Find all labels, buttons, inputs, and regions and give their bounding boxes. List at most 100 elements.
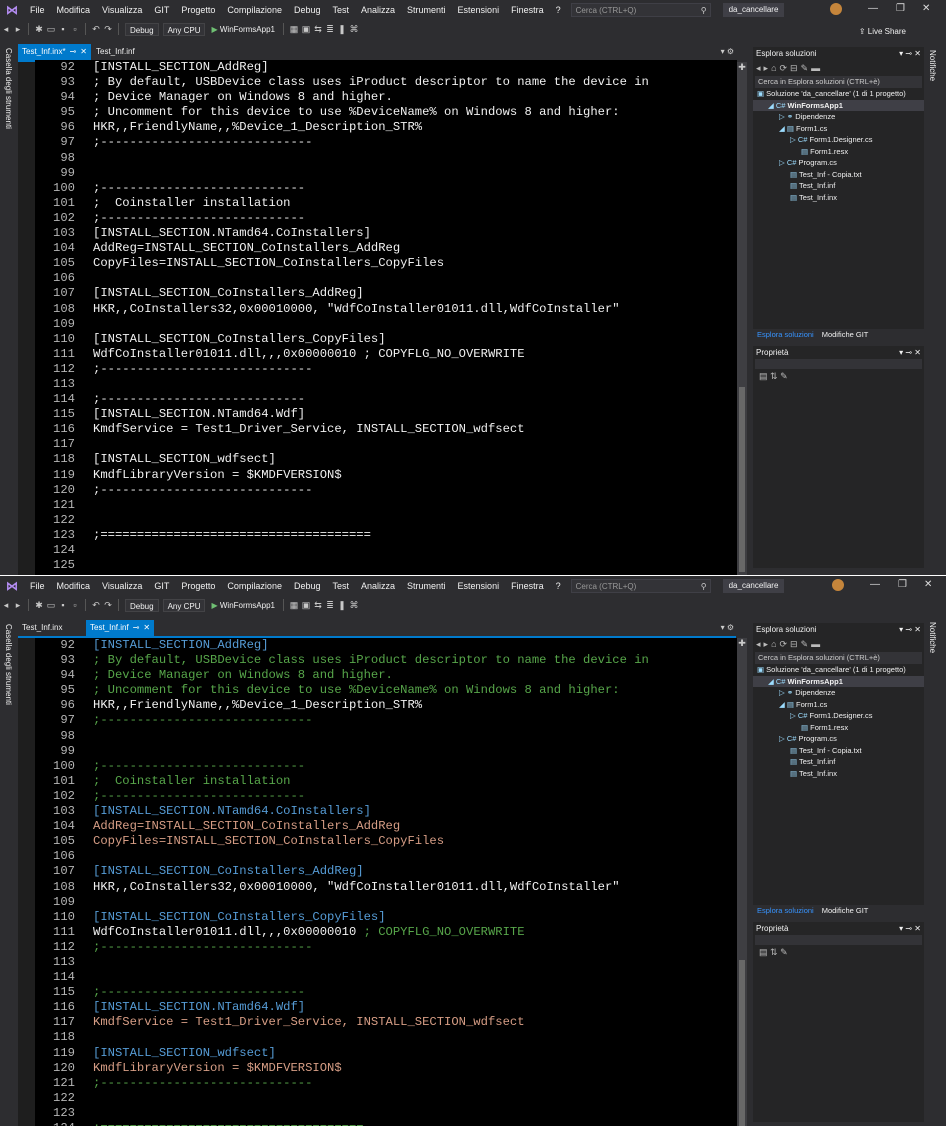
- solution-search-input[interactable]: Cerca in Esplora soluzioni (CTRL+è): [755, 652, 922, 664]
- tree-item[interactable]: ▤ Test_Inf.inf: [753, 756, 924, 768]
- wrench-icon[interactable]: ✎: [801, 63, 809, 74]
- code-line[interactable]: 105 CopyFiles=INSTALL_SECTION_CoInstaller…: [35, 256, 737, 271]
- tool-icon[interactable]: ≣: [324, 600, 336, 611]
- code-line[interactable]: 118: [35, 1030, 737, 1045]
- code-line[interactable]: 102 ;----------------------------: [35, 789, 737, 804]
- toolbox-tab[interactable]: Casella degli strumenti: [0, 620, 18, 1126]
- menu-git[interactable]: GIT: [148, 581, 175, 591]
- home-icon[interactable]: ⌂: [771, 63, 776, 73]
- code-line[interactable]: 108 HKR,,CoInstallers32,0x00010000, "WdfC…: [35, 880, 737, 895]
- menu-debug[interactable]: Debug: [288, 581, 327, 591]
- tab-test-inf-inf[interactable]: Test_Inf.inf ⊸ ✕: [86, 620, 155, 636]
- code-line[interactable]: 124: [35, 543, 737, 558]
- tree-item[interactable]: ▤ Test_Inf.inx: [753, 192, 924, 204]
- split-icon[interactable]: ✚: [737, 638, 747, 649]
- tab-solution-explorer[interactable]: Esplora soluzioni: [753, 330, 818, 339]
- code-line[interactable]: 97 ;-----------------------------: [35, 713, 737, 728]
- menu-strumenti[interactable]: Strumenti: [401, 5, 452, 15]
- tool-icon[interactable]: ⇆: [312, 24, 324, 35]
- toolbox-tab[interactable]: Casella degli strumenti: [0, 44, 18, 564]
- code-line[interactable]: 121 ;-----------------------------: [35, 1076, 737, 1091]
- pane-controls-icon[interactable]: ▾ ⊸ ✕: [899, 47, 921, 60]
- tab-options-icon[interactable]: ▾ ⚙: [721, 620, 734, 636]
- tree-item[interactable]: ▣ Soluzione 'da_cancellare' (1 di 1 prog…: [753, 88, 924, 100]
- config-select[interactable]: Debug: [125, 598, 159, 612]
- bookmark-icon[interactable]: ❚: [336, 600, 348, 611]
- back-icon[interactable]: ◂: [0, 600, 12, 611]
- menu-help[interactable]: ?: [550, 581, 567, 591]
- tree-item[interactable]: ▷ C# Form1.Designer.cs: [753, 134, 924, 146]
- code-line[interactable]: 109: [35, 317, 737, 332]
- code-line[interactable]: 92 [INSTALL_SECTION_AddReg]: [35, 638, 737, 653]
- back-icon[interactable]: ◂: [756, 639, 761, 650]
- code-line[interactable]: 99: [35, 744, 737, 759]
- restore-icon[interactable]: ❐: [898, 579, 907, 590]
- tool-icon[interactable]: ▣: [300, 24, 312, 35]
- undo-icon[interactable]: ↶: [90, 600, 102, 611]
- code-line[interactable]: 114 ;----------------------------: [35, 392, 737, 407]
- code-line[interactable]: 110 [INSTALL_SECTION_CoInstallers_CopyFil…: [35, 332, 737, 347]
- tree-item[interactable]: ▷ C# Form1.Designer.cs: [753, 710, 924, 722]
- tab-options-icon[interactable]: ▾ ⚙: [721, 44, 734, 60]
- code-line[interactable]: 105 CopyFiles=INSTALL_SECTION_CoInstaller…: [35, 834, 737, 849]
- code-line[interactable]: 102 ;----------------------------: [35, 211, 737, 226]
- tree-item[interactable]: ◢ ▤ Form1.cs: [753, 123, 924, 135]
- menu-progetto[interactable]: Progetto: [175, 581, 221, 591]
- tree-item[interactable]: ◢ C# WinFormsApp1: [753, 675, 924, 687]
- tab-solution-explorer[interactable]: Esplora soluzioni: [753, 906, 818, 915]
- menu-estensioni[interactable]: Estensioni: [452, 581, 506, 591]
- preview-icon[interactable]: ▬: [811, 639, 820, 649]
- minimize-icon[interactable]: —: [868, 3, 878, 14]
- code-line[interactable]: 93 ; By default, USBDevice class uses iPr…: [35, 75, 737, 90]
- tree-item[interactable]: ▷ C# Program.cs: [753, 733, 924, 745]
- tree-item[interactable]: ▤ Form1.resx: [753, 146, 924, 158]
- code-line[interactable]: 106: [35, 849, 737, 864]
- code-line[interactable]: 104 AddReg=INSTALL_SECTION_CoInstallers_A…: [35, 819, 737, 834]
- code-line[interactable]: 94 ; Device Manager on Windows 8 and high…: [35, 668, 737, 683]
- menu-visualizza[interactable]: Visualizza: [96, 5, 148, 15]
- code-line[interactable]: 122: [35, 513, 737, 528]
- tool-icon[interactable]: ▦: [288, 24, 300, 35]
- save-icon[interactable]: ▪: [57, 600, 69, 610]
- menu-analizza[interactable]: Analizza: [355, 5, 401, 15]
- tree-item[interactable]: ▷ ⚭ Dipendenze: [753, 111, 924, 123]
- code-line[interactable]: 111 WdfCoInstaller01011.dll,,,0x00000010 …: [35, 925, 737, 940]
- code-line[interactable]: 115 [INSTALL_SECTION.NTamd64.Wdf]: [35, 407, 737, 422]
- code-line[interactable]: 112 ;-----------------------------: [35, 362, 737, 377]
- code-line[interactable]: 121: [35, 498, 737, 513]
- platform-select[interactable]: Any CPU: [162, 598, 206, 612]
- code-line[interactable]: 113: [35, 377, 737, 392]
- code-line[interactable]: 101 ; Coinstaller installation: [35, 774, 737, 789]
- menu-modifica[interactable]: Modifica: [51, 5, 97, 15]
- pane-controls-icon[interactable]: ▾ ⊸ ✕: [899, 346, 921, 359]
- code-line[interactable]: 98: [35, 151, 737, 166]
- code-line[interactable]: 124 ;====================================: [35, 1121, 737, 1126]
- menu-git[interactable]: GIT: [148, 5, 175, 15]
- code-line[interactable]: 123: [35, 1106, 737, 1121]
- menu-visualizza[interactable]: Visualizza: [96, 581, 148, 591]
- menu-finestra[interactable]: Finestra: [505, 581, 550, 591]
- solution-badge[interactable]: da_cancellare: [722, 3, 785, 17]
- tab-git-changes[interactable]: Modifiche GIT: [818, 906, 873, 915]
- categorized-icon[interactable]: ▤: [759, 371, 768, 381]
- tool-icon[interactable]: ⌘: [348, 24, 360, 35]
- code-line[interactable]: 96 HKR,,FriendlyName,,%Device_1_Descripti…: [35, 120, 737, 135]
- tab-close-icon[interactable]: ✕: [80, 47, 87, 56]
- editor-scrollbar[interactable]: ✚: [737, 62, 747, 575]
- forward-icon[interactable]: ▸: [764, 63, 769, 74]
- menu-compilazione[interactable]: Compilazione: [221, 5, 288, 15]
- code-line[interactable]: 92 [INSTALL_SECTION_AddReg]: [35, 60, 737, 75]
- code-line[interactable]: 108 HKR,,CoInstallers32,0x00010000, "WdfC…: [35, 302, 737, 317]
- avatar[interactable]: [832, 579, 844, 591]
- wrench-icon[interactable]: ✎: [801, 639, 809, 650]
- tab-pin-icon[interactable]: ⊸: [70, 47, 77, 56]
- menu-test[interactable]: Test: [326, 581, 355, 591]
- code-line[interactable]: 95 ; Uncomment for this device to use %De…: [35, 683, 737, 698]
- menu-test[interactable]: Test: [326, 5, 355, 15]
- redo-icon[interactable]: ↷: [102, 600, 114, 611]
- code-line[interactable]: 111 WdfCoInstaller01011.dll,,,0x00000010 …: [35, 347, 737, 362]
- code-line[interactable]: 110 [INSTALL_SECTION_CoInstallers_CopyFil…: [35, 910, 737, 925]
- menu-help[interactable]: ?: [550, 5, 567, 15]
- forward-icon[interactable]: ▸: [12, 24, 24, 35]
- alphabetical-icon[interactable]: ⇅: [770, 371, 778, 381]
